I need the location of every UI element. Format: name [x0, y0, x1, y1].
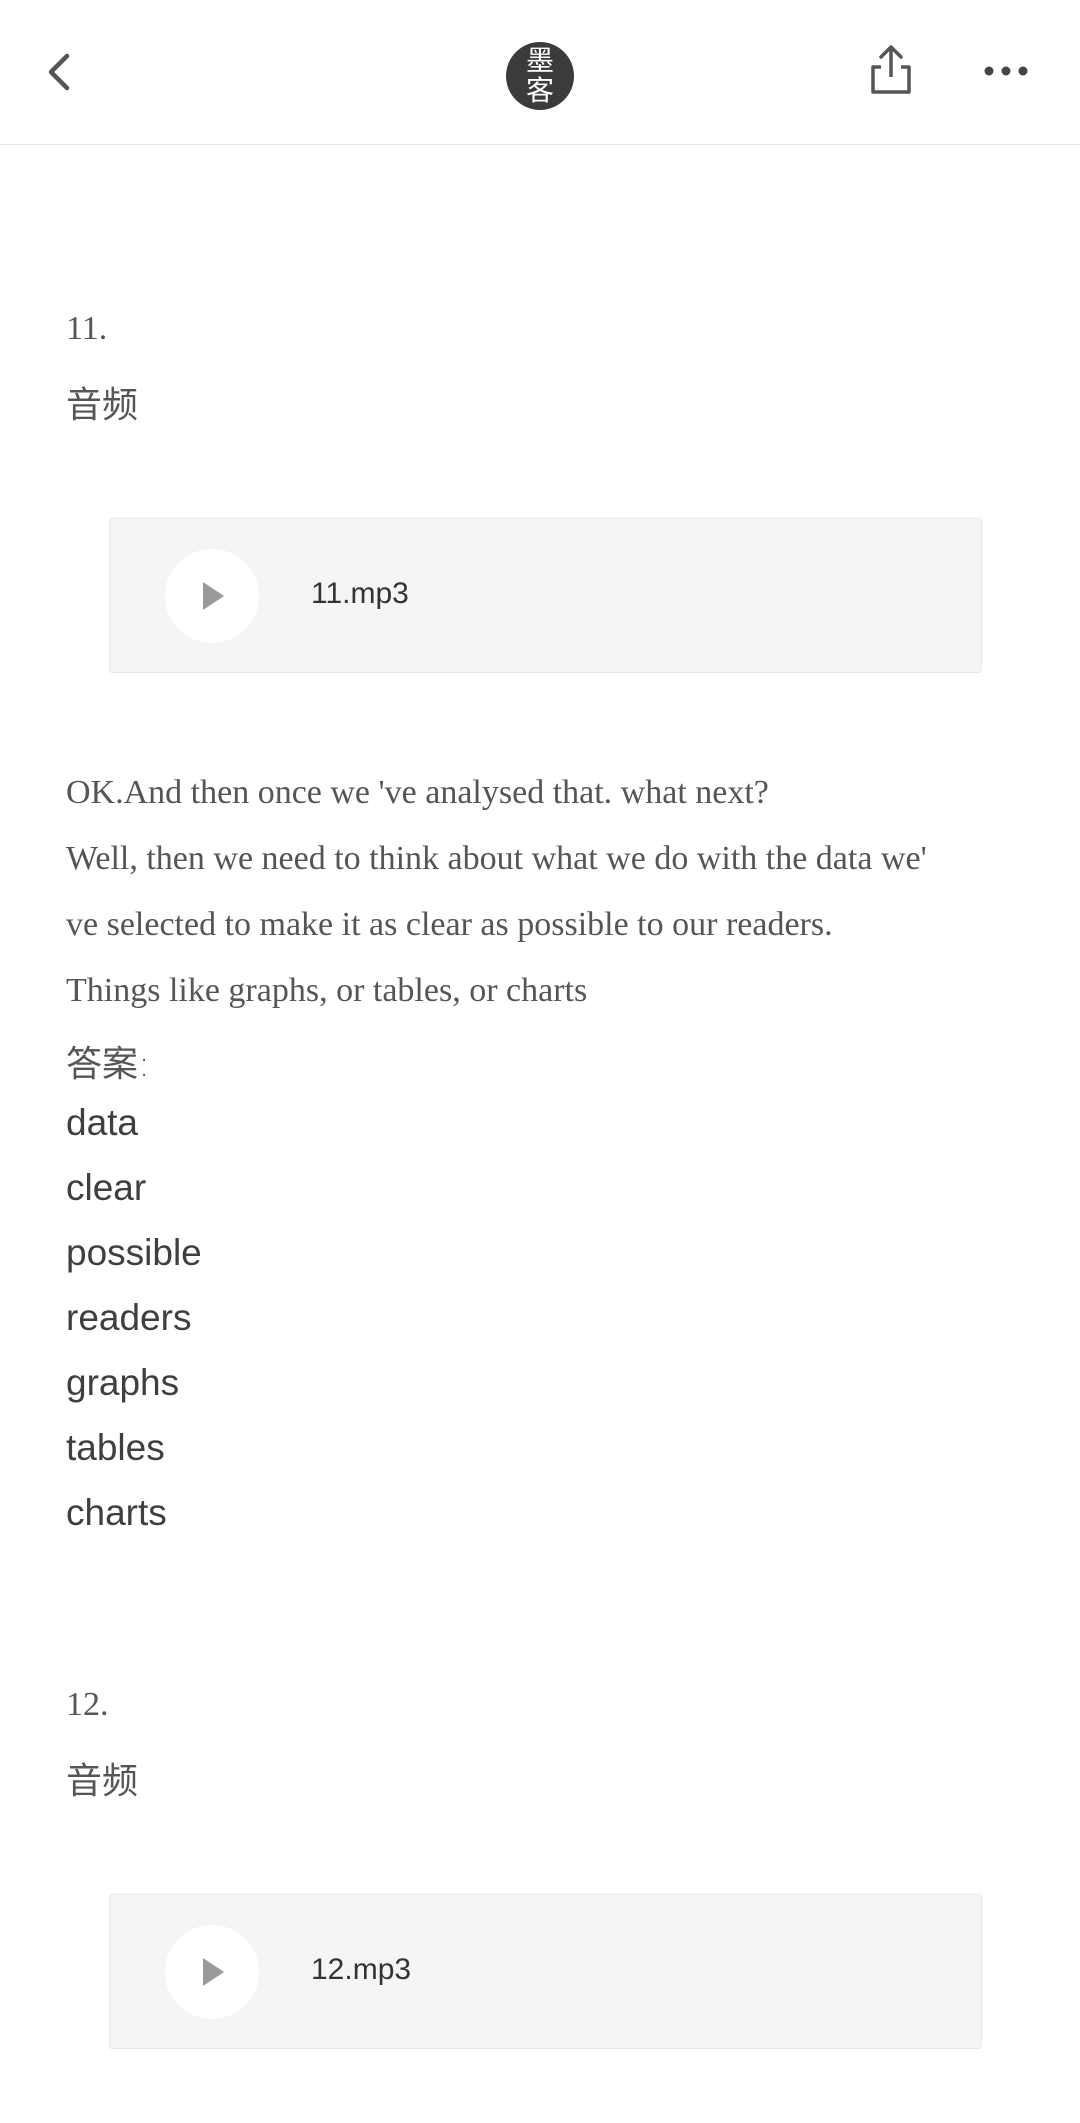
answer-item: possible: [66, 1232, 202, 1273]
play-icon: [203, 582, 224, 610]
play-icon: [203, 1958, 224, 1986]
logo-char-1: 墨: [525, 44, 554, 77]
audio-player: 11.mp3: [109, 518, 982, 673]
back-button[interactable]: [30, 40, 86, 104]
play-button[interactable]: [165, 1925, 259, 2019]
share-icon: [871, 45, 911, 94]
transcript-line: OK.And then once we 've analysed that. w…: [66, 774, 769, 811]
answer-list: data clear possible readers graphs table…: [66, 1090, 202, 1545]
audio-filename: 11.mp3: [311, 577, 409, 610]
transcript-line: ve selected to make it as clear as possi…: [66, 906, 833, 943]
section-label: 音频: [66, 385, 139, 426]
section-number: 11.: [66, 310, 108, 347]
answer-label: 答案:: [66, 1044, 151, 1085]
site-logo[interactable]: 墨 客: [506, 42, 574, 110]
section-number: 12.: [66, 1686, 109, 1723]
audio-player: 12.mp3: [109, 1894, 982, 2049]
play-button[interactable]: [165, 549, 259, 643]
answer-item: tables: [66, 1427, 165, 1468]
share-button[interactable]: [862, 38, 920, 100]
section-label: 音频: [66, 1761, 139, 1802]
answer-item: readers: [66, 1297, 192, 1338]
more-icon: [984, 66, 1028, 76]
answer-item: charts: [66, 1492, 167, 1533]
answer-item: data: [66, 1102, 139, 1143]
transcript-line: Things like graphs, or tables, or charts: [66, 972, 588, 1009]
answer-item: clear: [66, 1167, 147, 1208]
answer-item: graphs: [66, 1362, 180, 1403]
top-bar: 墨 客: [0, 0, 1080, 145]
more-options-button[interactable]: [976, 46, 1036, 96]
audio-filename: 12.mp3: [311, 1953, 412, 1986]
chevron-left-icon: [48, 53, 70, 91]
logo-char-2: 客: [525, 74, 554, 107]
transcript-line: Well, then we need to think about what w…: [66, 840, 927, 877]
